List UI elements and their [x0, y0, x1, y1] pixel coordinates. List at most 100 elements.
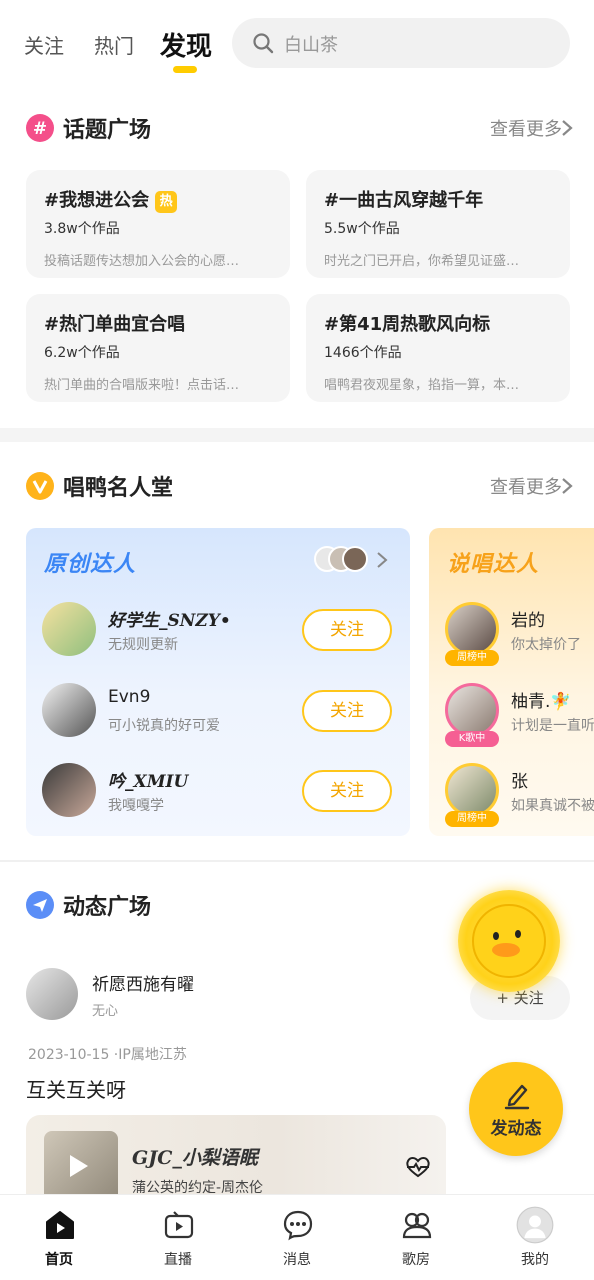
- fame-title: 唱鸭名人堂: [63, 476, 174, 501]
- topic-card-3[interactable]: #热门单曲宜合唱 6.2w个作品 热门单曲的合唱版来啦！点击话…: [26, 294, 290, 402]
- active-tab-indicator: [173, 66, 197, 73]
- avatar: [445, 683, 499, 737]
- person-name: 柚青.🧚: [511, 692, 572, 712]
- topics-more-link[interactable]: 查看更多: [490, 115, 562, 141]
- search-icon: [253, 33, 274, 54]
- tab-follow[interactable]: 关注: [24, 30, 64, 59]
- fame-card-header: 说唱达人: [429, 528, 594, 592]
- feed-meta: 2023-10-15 ·IP属地江苏: [28, 1047, 187, 1063]
- feed-title: 动态广场: [63, 895, 152, 920]
- nav-label: 直播: [164, 1252, 192, 1268]
- duck-mascot-icon[interactable]: [458, 890, 560, 992]
- nav-song-room[interactable]: 歌房: [357, 1195, 475, 1280]
- feed-user-subtitle: 无心: [92, 1004, 119, 1019]
- fame-person[interactable]: Evn9 可小锐真的好可爱 关注: [26, 679, 410, 741]
- song-artist: GJC_小梨语眠: [132, 1147, 258, 1169]
- fame-person[interactable]: 周榜中 岩的 你太掉价了: [429, 598, 594, 666]
- nav-me[interactable]: 我的: [476, 1195, 594, 1280]
- fame-card-header: 原创达人: [26, 528, 410, 592]
- fame-person[interactable]: 吟_XMIU 我嘎嘎学 关注: [26, 759, 410, 821]
- topics-header: # 话题广场 查看更多: [26, 111, 573, 145]
- hashtag-icon: #: [26, 114, 54, 142]
- fame-more-link[interactable]: 查看更多: [490, 473, 562, 499]
- top-bar: 关注 热门 发现 白山茶: [0, 0, 594, 90]
- avatar: [42, 602, 96, 656]
- chevron-right-icon[interactable]: [560, 119, 574, 137]
- rank-tag: 周榜中: [445, 811, 499, 827]
- fame-card-rap[interactable]: 说唱达人 周榜中 岩的 你太掉价了 K歌中 柚青.🧚 计划是一直听 周榜中 张 …: [429, 528, 594, 836]
- pencil-icon: [504, 1084, 530, 1110]
- bottom-nav: 首页 直播 消息 歌房 我的: [0, 1194, 594, 1280]
- tab-discover[interactable]: 发现: [160, 26, 212, 63]
- post-button-label: 发动态: [490, 1119, 542, 1139]
- heartbeat-icon[interactable]: [404, 1155, 432, 1179]
- avatar-stack: [314, 546, 370, 574]
- person-desc: 无规则更新: [108, 637, 178, 653]
- fame-card-title: 原创达人: [44, 552, 137, 577]
- tab-hot[interactable]: 热门: [94, 30, 134, 59]
- topic-title: #第41周热歌风向标: [324, 314, 491, 335]
- person-desc: 我嘎嘎学: [108, 798, 164, 814]
- person-name: 好学生_SNZY•: [108, 611, 231, 631]
- search-input[interactable]: 白山茶: [232, 18, 570, 68]
- topic-title: #我想进公会热: [44, 186, 178, 213]
- fame-person[interactable]: 好学生_SNZY• 无规则更新 关注: [26, 598, 410, 660]
- fame-header: 唱鸭名人堂 查看更多: [26, 469, 573, 503]
- avatar: [42, 763, 96, 817]
- section-divider: [0, 860, 594, 862]
- nav-label: 首页: [45, 1252, 73, 1268]
- person-name: 岩的: [511, 611, 545, 631]
- topic-count: 6.2w个作品: [44, 345, 120, 361]
- section-divider: [0, 428, 594, 442]
- fame-card-original[interactable]: 原创达人 好学生_SNZY• 无规则更新 关注 Evn9 可小锐真的好可爱 关注…: [26, 528, 410, 836]
- avatar: [342, 546, 368, 572]
- message-bubble-icon: [283, 1210, 313, 1241]
- follow-button[interactable]: 关注: [302, 770, 392, 812]
- topic-card-1[interactable]: #我想进公会热 3.8w个作品 投稿话题传达想加入公会的心愿…: [26, 170, 290, 278]
- topic-desc: 投稿话题传达想加入公会的心愿…: [44, 254, 240, 269]
- nav-label: 我的: [521, 1252, 549, 1268]
- topic-card-4[interactable]: #第41周热歌风向标 1466个作品 唱鸭君夜观星象，掐指一算，本…: [306, 294, 570, 402]
- avatar: [445, 602, 499, 656]
- live-tv-icon: [164, 1211, 194, 1239]
- topic-card-2[interactable]: #一曲古风穿越千年 5.5w个作品 时光之门已开启，你希望见证盛…: [306, 170, 570, 278]
- hot-badge: 热: [155, 191, 178, 213]
- person-name: Evn9: [108, 687, 151, 707]
- person-desc: 可小锐真的好可爱: [108, 718, 220, 734]
- person-name: 张: [511, 772, 528, 792]
- play-icon[interactable]: [70, 1155, 88, 1177]
- fame-person[interactable]: K歌中 柚青.🧚 计划是一直听: [429, 679, 594, 747]
- post-button[interactable]: 发动态: [469, 1062, 563, 1156]
- nav-live[interactable]: 直播: [119, 1195, 237, 1280]
- chevron-right-icon[interactable]: [560, 477, 574, 495]
- topic-title: #热门单曲宜合唱: [44, 314, 186, 335]
- rank-tag: K歌中: [445, 731, 499, 747]
- avatar[interactable]: [26, 968, 78, 1020]
- avatar: [445, 763, 499, 817]
- feed-user-name[interactable]: 祈愿西施有曜: [92, 970, 194, 995]
- topic-title: #一曲古风穿越千年: [324, 190, 484, 211]
- nav-home[interactable]: 首页: [0, 1195, 118, 1280]
- follow-button[interactable]: 关注: [302, 690, 392, 732]
- svg-text:#: #: [33, 119, 47, 139]
- avatar: [42, 683, 96, 737]
- topic-desc: 时光之门已开启，你希望见证盛…: [324, 254, 520, 269]
- chevron-right-icon[interactable]: [376, 551, 388, 569]
- fame-person[interactable]: 周榜中 张 如果真诚不被: [429, 759, 594, 827]
- person-desc: 计划是一直听: [511, 718, 594, 734]
- feed-text: 互关互关呀: [26, 1078, 126, 1102]
- send-plane-icon: [26, 891, 54, 919]
- person-desc: 如果真诚不被: [511, 798, 594, 814]
- topic-count: 3.8w个作品: [44, 221, 120, 237]
- person-name: 吟_XMIU: [108, 772, 189, 792]
- topic-count: 1466个作品: [324, 345, 402, 361]
- topic-count: 5.5w个作品: [324, 221, 400, 237]
- topic-desc: 唱鸭君夜观星象，掐指一算，本…: [324, 378, 520, 393]
- nav-label: 消息: [283, 1252, 311, 1268]
- home-play-icon: [46, 1211, 74, 1239]
- topic-desc: 热门单曲的合唱版来啦！点击话…: [44, 378, 240, 393]
- follow-button[interactable]: 关注: [302, 609, 392, 651]
- nav-messages[interactable]: 消息: [238, 1195, 356, 1280]
- person-desc: 你太掉价了: [511, 637, 581, 653]
- room-people-icon: [402, 1212, 432, 1239]
